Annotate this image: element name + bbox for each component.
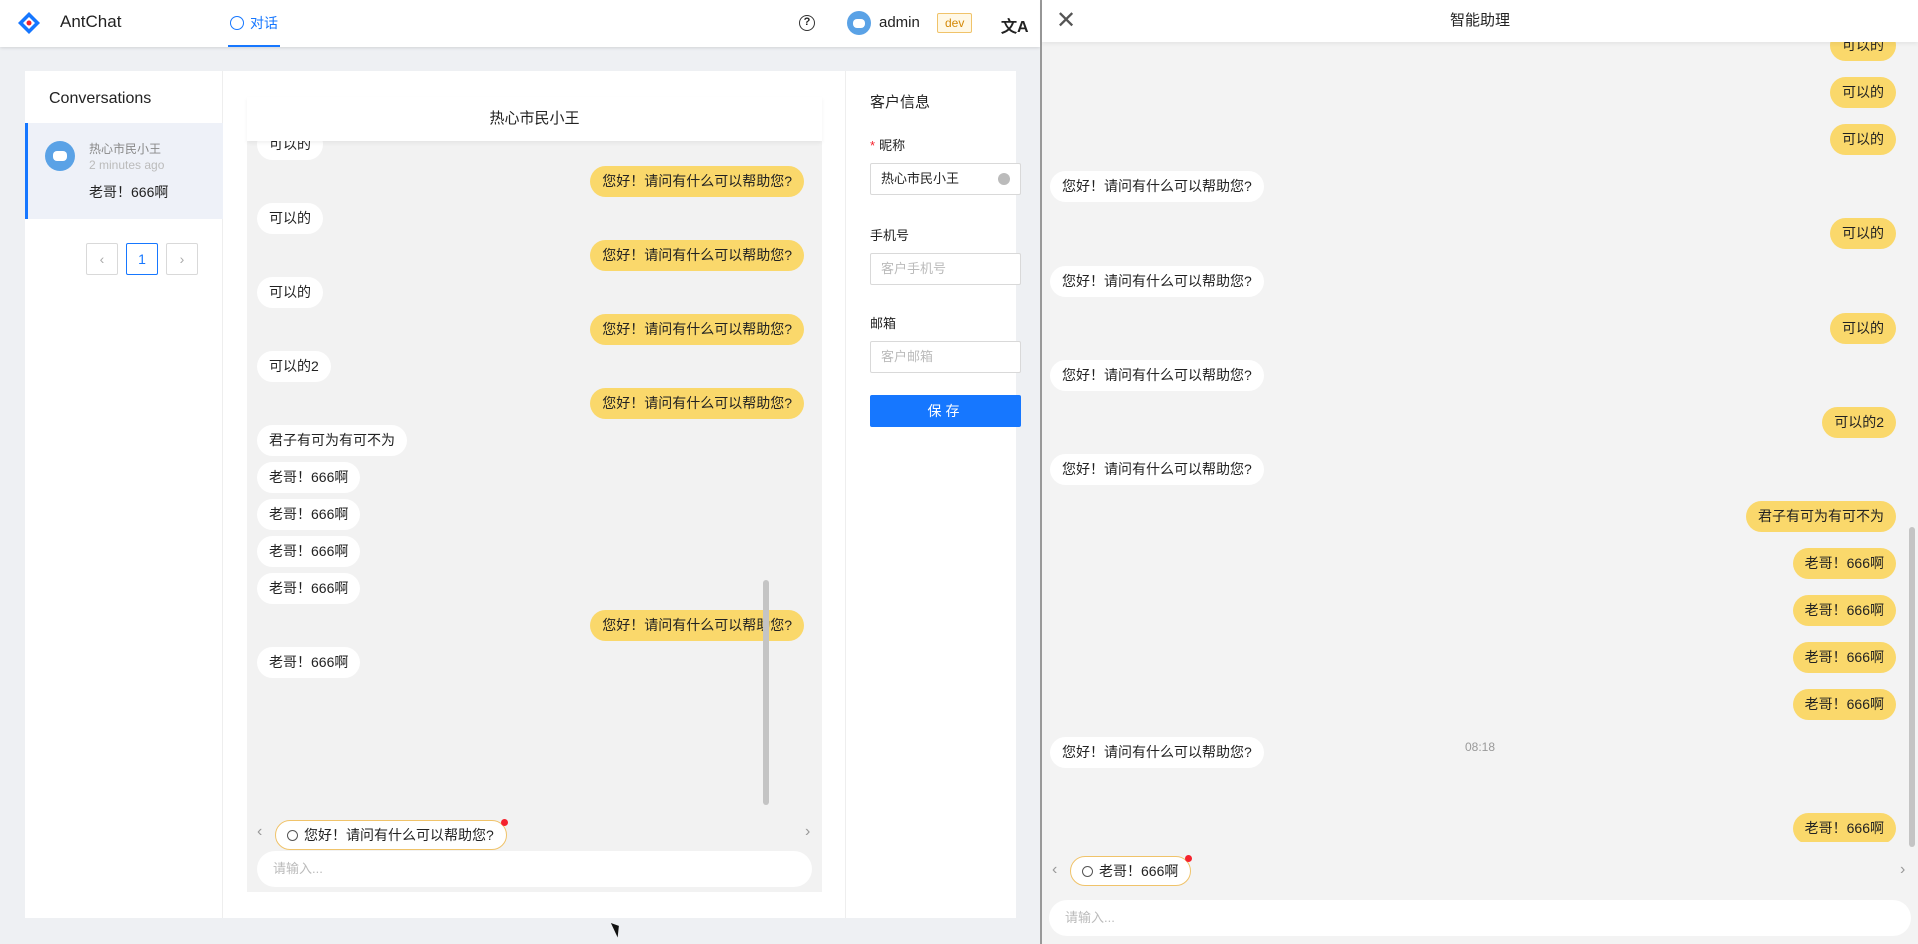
incoming-message-bubble: 可以的2: [257, 351, 331, 382]
incoming-message-bubble: 您好！请问有什么可以帮助您?: [1050, 265, 1264, 297]
workspace-card: Conversations 热心市民小王 2 minutes ago 老哥！66…: [25, 71, 1021, 918]
assistant-scrollbar[interactable]: [1909, 527, 1915, 847]
assistant-quick-reply-chip[interactable]: 老哥！666啊: [1070, 855, 1193, 886]
incoming-message-bubble: 老哥！666啊: [257, 536, 361, 567]
chevron-left-icon[interactable]: ‹: [257, 823, 262, 841]
notification-dot: [1185, 855, 1193, 862]
chat-title: 热心市民小王: [247, 97, 822, 141]
message-timestamp: 08:18: [1464, 740, 1496, 754]
conversation-last-message: 老哥！666啊: [89, 184, 169, 200]
outgoing-message-bubble: 可以的: [1830, 42, 1896, 61]
brand-name[interactable]: AntChat: [60, 12, 121, 32]
avatar[interactable]: [847, 11, 871, 35]
outgoing-message-bubble: 老哥！666啊: [1792, 689, 1896, 721]
assistant-quick-reply-bar: ‹ 老哥！666啊 ›: [1042, 855, 1918, 891]
pagination-next-button[interactable]: ›: [166, 243, 198, 275]
mouse-cursor-icon: [610, 920, 624, 938]
incoming-message-bubble: 您好！请问有什么可以帮助您?: [1050, 171, 1264, 203]
phone-label: 手机号: [870, 228, 910, 243]
top-navbar: AntChat 对话 ? admin dev 文A: [0, 0, 1040, 47]
nickname-value: 热心市民小王: [881, 171, 960, 186]
phone-field[interactable]: 客户手机号: [870, 253, 1021, 285]
assistant-title: 智能助理: [1449, 12, 1510, 29]
chat-message-list[interactable]: 可以的 您好！请问有什么可以帮助您? 可以的 您好！请问有什么可以帮助您? 可以的 您好！…: [247, 141, 822, 811]
main-app: AntChat 对话 ? admin dev 文A Conversations …: [0, 0, 1040, 944]
customer-info-title: 客户信息: [870, 94, 931, 111]
outgoing-message-bubble: 您好！请问有什么可以帮助您?: [590, 166, 804, 197]
outgoing-message-bubble: 您好！请问有什么可以帮助您?: [590, 314, 804, 345]
outgoing-message-bubble: 可以的: [1830, 77, 1896, 109]
outgoing-message-bubble: 老哥！666啊: [1792, 642, 1896, 674]
conversation-time: 2 minutes ago: [89, 158, 165, 172]
incoming-message-bubble: 可以的: [257, 203, 323, 234]
outgoing-message-bubble: 您好！请问有什么可以帮助您?: [590, 388, 804, 419]
chat-panel: 热心市民小王 可以的 您好！请问有什么可以帮助您? 可以的 您好！请问有什么可以帮助您…: [247, 97, 822, 892]
outgoing-message-bubble: 可以的: [1830, 218, 1896, 250]
quick-reply-bar: ‹ 您好！请问有什么可以帮助您? ›: [247, 819, 822, 855]
assistant-panel: ✕ 智能助理 可以的 可以的 可以的 您好！请问有什么可以帮助您? 可以的 您好！请问有什…: [1042, 0, 1918, 944]
outgoing-message-bubble: 可以的: [1830, 312, 1896, 344]
outgoing-message-bubble: 老哥！666啊: [1792, 548, 1896, 580]
chat-scrollbar[interactable]: [763, 580, 769, 805]
conversations-panel: Conversations 热心市民小王 2 minutes ago 老哥！66…: [25, 71, 223, 918]
nav-tab-conversation[interactable]: 对话: [228, 0, 280, 47]
env-badge: dev: [937, 13, 973, 33]
nickname-label: * 昵称: [870, 138, 906, 153]
quick-reply-label: 您好！请问有什么可以帮助您?: [304, 827, 494, 843]
notification-dot: [500, 819, 508, 826]
help-icon[interactable]: ?: [799, 15, 815, 31]
incoming-message-bubble: 老哥！666啊: [257, 462, 361, 493]
outgoing-message-bubble: 您好！请问有什么可以帮助您?: [590, 240, 804, 271]
incoming-message-bubble: 您好！请问有什么可以帮助您?: [1050, 453, 1264, 485]
outgoing-message-bubble: 您好！请问有什么可以帮助您?: [590, 610, 804, 641]
incoming-message-bubble: 君子有可为有可不为: [257, 425, 407, 456]
message-icon: [1082, 866, 1093, 877]
clear-icon[interactable]: [998, 173, 1010, 185]
save-button[interactable]: 保存: [870, 395, 1021, 427]
customer-info-panel: 客户信息 * 昵称 热心市民小王 手机号 客户手机号 邮箱 客户邮箱 保存: [845, 71, 1021, 918]
user-name[interactable]: admin: [879, 14, 920, 31]
assistant-message-input[interactable]: 请输入...: [1049, 900, 1911, 936]
incoming-message-bubble: 老哥！666啊: [257, 499, 361, 530]
incoming-message-bubble: 可以的: [257, 141, 323, 160]
incoming-message-bubble: 老哥！666啊: [257, 647, 361, 678]
outgoing-message-bubble: 老哥！666啊: [1792, 813, 1896, 842]
outgoing-message-bubble: 可以的2: [1822, 406, 1896, 438]
conversations-title: Conversations: [49, 90, 152, 107]
assistant-message-list[interactable]: 可以的 可以的 可以的 您好！请问有什么可以帮助您? 可以的 您好！请问有什么可以帮助您?…: [1042, 42, 1918, 842]
pagination-prev-button[interactable]: ‹: [86, 243, 118, 275]
nickname-field[interactable]: 热心市民小王: [870, 163, 1021, 195]
outgoing-message-bubble: 老哥！666啊: [1792, 595, 1896, 627]
antchat-logo-icon[interactable]: [17, 11, 41, 35]
conversation-item[interactable]: 热心市民小王 2 minutes ago 老哥！666啊: [25, 123, 223, 219]
outgoing-message-bubble: 可以的: [1830, 124, 1896, 156]
translate-icon[interactable]: 文A: [1001, 13, 1029, 37]
nav-tab-label: 对话: [250, 14, 278, 31]
outgoing-message-bubble: 君子有可为有可不为: [1746, 501, 1896, 532]
incoming-message-bubble: 老哥！666啊: [257, 573, 361, 604]
message-icon: [230, 15, 244, 30]
incoming-message-bubble: 可以的: [257, 277, 323, 308]
message-icon: [287, 830, 298, 841]
incoming-message-bubble: 您好！请问有什么可以帮助您?: [1050, 359, 1264, 391]
message-input[interactable]: 请输入...: [257, 851, 812, 887]
chevron-right-icon[interactable]: ›: [805, 823, 810, 841]
assistant-header: ✕ 智能助理: [1042, 0, 1918, 42]
chevron-right-icon[interactable]: ›: [1900, 861, 1905, 879]
avatar: [45, 141, 75, 171]
email-label: 邮箱: [870, 316, 897, 331]
pagination-page-1[interactable]: 1: [126, 243, 158, 275]
conversation-name: 热心市民小王: [89, 142, 162, 156]
email-field[interactable]: 客户邮箱: [870, 341, 1021, 373]
chevron-left-icon[interactable]: ‹: [1052, 861, 1057, 879]
assistant-quick-reply-label: 老哥！666啊: [1099, 863, 1179, 879]
quick-reply-chip[interactable]: 您好！请问有什么可以帮助您?: [275, 819, 508, 850]
